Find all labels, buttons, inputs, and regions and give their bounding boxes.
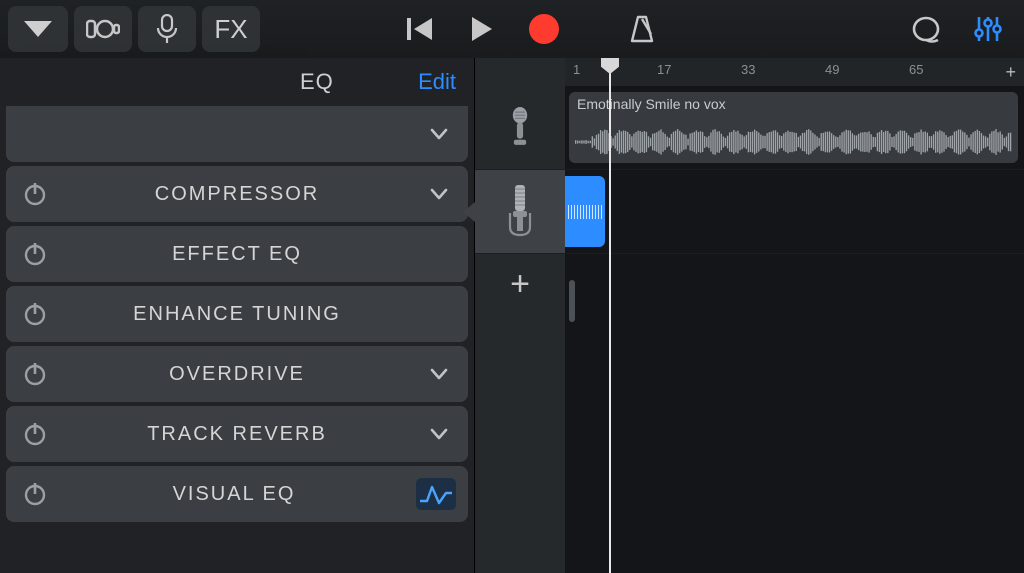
chevron-down-icon[interactable] xyxy=(422,417,456,451)
timeline[interactable]: + 1 17 33 49 65 Emotinally Smile no vox xyxy=(565,58,1024,573)
power-icon[interactable] xyxy=(18,357,52,391)
tracks-area: + + 1 17 33 49 65 Emotinally Smile no vox xyxy=(475,58,1024,573)
rewind-button[interactable] xyxy=(392,6,448,52)
metronome-button[interactable] xyxy=(614,6,670,52)
fx-label: FX xyxy=(214,14,247,45)
add-section-button[interactable]: + xyxy=(1005,62,1016,83)
top-toolbar: FX xyxy=(0,0,1024,58)
plugin-panel-title: EQ xyxy=(300,69,334,95)
plugin-label: OVERDRIVE xyxy=(56,363,418,386)
chevron-down-icon[interactable] xyxy=(422,117,456,151)
plugin-label: TRACK REVERB xyxy=(56,423,418,446)
plugin-row-enhance-tuning[interactable]: ENHANCE TUNING xyxy=(6,286,468,342)
chevron-down-icon[interactable] xyxy=(422,177,456,211)
plugin-panel-header: EQ Edit xyxy=(0,58,474,106)
plus-icon: + xyxy=(510,265,530,304)
ruler-tick: 65 xyxy=(909,62,923,77)
plugin-panel: EQ Edit COMPRESSOR EFFECT EQ ENHANCE TUNIN… xyxy=(0,58,475,573)
play-button[interactable] xyxy=(454,6,510,52)
plugin-label: VISUAL EQ xyxy=(56,483,412,506)
visual-eq-thumb[interactable] xyxy=(416,478,456,510)
waveform xyxy=(575,120,1012,155)
power-icon[interactable] xyxy=(18,417,52,451)
loop-browser-button[interactable] xyxy=(898,6,954,52)
power-icon[interactable] xyxy=(18,477,52,511)
plugin-label: EFFECT EQ xyxy=(56,243,418,266)
ruler-tick: 33 xyxy=(741,62,755,77)
record-icon xyxy=(529,14,559,44)
track-view-icon xyxy=(86,17,120,41)
mixer-button[interactable] xyxy=(960,6,1016,52)
audio-region[interactable]: Emotinally Smile no vox xyxy=(569,92,1018,163)
plugin-label: COMPRESSOR xyxy=(56,183,418,206)
track-headers: + xyxy=(475,58,565,573)
triangle-down-icon xyxy=(24,21,52,37)
microphone-button[interactable] xyxy=(138,6,196,52)
track-lane[interactable] xyxy=(565,170,1024,254)
ruler-tick: 1 xyxy=(573,62,580,77)
plugin-row-effect-eq[interactable]: EFFECT EQ xyxy=(6,226,468,282)
record-button[interactable] xyxy=(516,6,572,52)
sliders-icon xyxy=(973,14,1003,44)
plugin-row-compressor[interactable]: COMPRESSOR xyxy=(6,166,468,222)
plugin-row-visual-eq[interactable]: VISUAL EQ xyxy=(6,466,468,522)
dynamic-mic-icon xyxy=(507,107,533,148)
plugin-row-top[interactable] xyxy=(6,106,468,162)
loop-icon xyxy=(910,14,942,44)
power-icon[interactable] xyxy=(18,237,52,271)
plugin-edit-button[interactable]: Edit xyxy=(418,69,456,95)
arrangement-marker[interactable] xyxy=(569,280,575,322)
ruler-tick: 17 xyxy=(657,62,671,77)
fx-button[interactable]: FX xyxy=(202,6,260,52)
track-header[interactable] xyxy=(475,86,565,170)
bar-ruler[interactable]: + 1 17 33 49 65 xyxy=(565,58,1024,86)
recording-region[interactable] xyxy=(565,176,605,247)
play-icon xyxy=(470,15,494,43)
track-header[interactable] xyxy=(475,170,565,254)
track-view-button[interactable] xyxy=(74,6,132,52)
main-area: EQ Edit COMPRESSOR EFFECT EQ ENHANCE TUNIN… xyxy=(0,58,1024,573)
power-icon[interactable] xyxy=(18,177,52,211)
metronome-icon xyxy=(627,14,657,44)
condenser-mic-icon xyxy=(506,183,534,241)
playhead[interactable] xyxy=(609,58,611,573)
region-name: Emotinally Smile no vox xyxy=(577,96,1010,112)
view-menu-button[interactable] xyxy=(8,6,68,52)
power-icon[interactable] xyxy=(18,297,52,331)
ruler-tick: 49 xyxy=(825,62,839,77)
waveform xyxy=(568,205,602,219)
plugin-label: ENHANCE TUNING xyxy=(56,303,418,326)
track-lane[interactable]: Emotinally Smile no vox xyxy=(565,86,1024,170)
chevron-down-icon[interactable] xyxy=(422,357,456,391)
add-track-button[interactable]: + xyxy=(475,254,565,314)
plugin-row-track-reverb[interactable]: TRACK REVERB xyxy=(6,406,468,462)
microphone-icon xyxy=(156,14,178,44)
rewind-icon xyxy=(406,16,434,42)
plugin-row-overdrive[interactable]: OVERDRIVE xyxy=(6,346,468,402)
